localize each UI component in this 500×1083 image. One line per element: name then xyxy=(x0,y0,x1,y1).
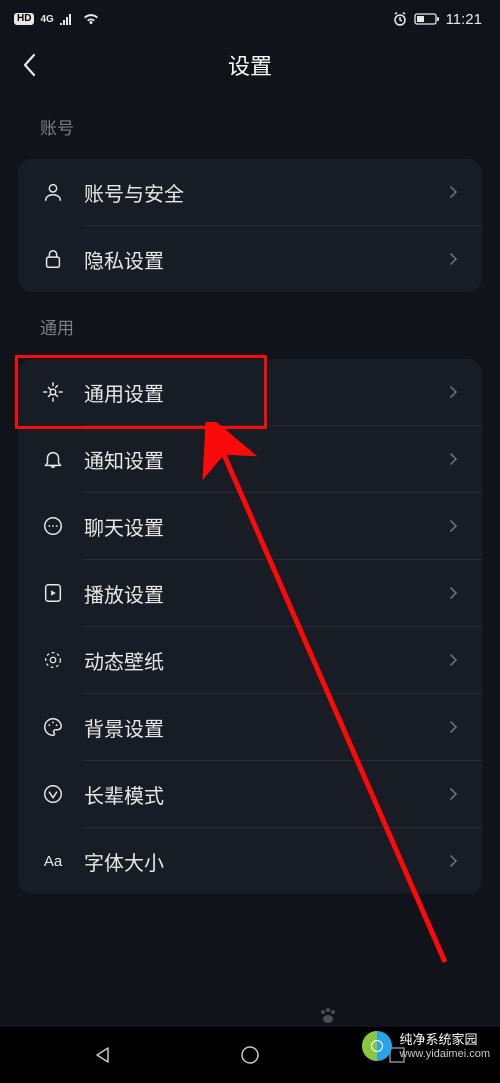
item-label: 播放设置 xyxy=(84,579,448,608)
item-elder-mode[interactable]: 长辈模式 xyxy=(18,761,482,827)
back-button[interactable] xyxy=(16,52,42,78)
time-label: 11:21 xyxy=(446,11,482,28)
item-label: 账号与安全 xyxy=(84,178,448,207)
item-font-size[interactable]: Aa 字体大小 xyxy=(18,828,482,894)
circle-home-icon xyxy=(239,1044,261,1066)
chevron-right-icon xyxy=(448,253,460,265)
user-icon xyxy=(40,179,66,205)
back-icon xyxy=(22,53,36,77)
chevron-right-icon xyxy=(448,788,460,800)
bell-icon xyxy=(40,446,66,472)
signal-icon xyxy=(60,13,76,25)
item-general-settings[interactable]: 通用设置 xyxy=(18,359,482,425)
status-left: HD 4G xyxy=(14,12,100,26)
nav-back-button[interactable] xyxy=(83,1035,123,1075)
item-account-security[interactable]: 账号与安全 xyxy=(18,159,482,225)
section-header-account: 账号 xyxy=(0,92,500,153)
item-playback-settings[interactable]: 播放设置 xyxy=(18,560,482,626)
page-title: 设置 xyxy=(228,49,272,81)
chat-icon xyxy=(40,513,66,539)
elder-icon xyxy=(40,781,66,807)
item-label: 长辈模式 xyxy=(84,780,448,809)
item-chat-settings[interactable]: 聊天设置 xyxy=(18,493,482,559)
chevron-right-icon xyxy=(448,520,460,532)
item-notification-settings[interactable]: 通知设置 xyxy=(18,426,482,492)
wallpaper-icon xyxy=(40,647,66,673)
list-group-general: 通用设置 通知设置 聊天设置 播放设置 xyxy=(18,359,482,894)
section-header-general: 通用 xyxy=(0,292,500,353)
item-label: 背景设置 xyxy=(84,713,448,742)
chevron-right-icon xyxy=(448,386,460,398)
chevron-right-icon xyxy=(448,186,460,198)
header: 设置 xyxy=(0,38,500,92)
item-label: 动态壁纸 xyxy=(84,646,448,675)
network-label: 4G xyxy=(40,14,53,25)
chevron-right-icon xyxy=(448,453,460,465)
item-label: 隐私设置 xyxy=(84,245,448,274)
item-privacy[interactable]: 隐私设置 xyxy=(18,226,482,292)
chevron-right-icon xyxy=(448,587,460,599)
wifi-icon xyxy=(82,12,100,26)
watermark-badge-icon xyxy=(358,1027,396,1065)
item-label: 通用设置 xyxy=(84,378,448,407)
triangle-back-icon xyxy=(93,1045,113,1065)
battery-icon xyxy=(414,12,440,26)
watermark-url: www.yidaimei.com xyxy=(400,1048,490,1060)
gear-icon xyxy=(40,379,66,405)
status-right: 11:21 xyxy=(392,11,482,28)
status-bar: HD 4G 11:21 xyxy=(0,0,500,38)
chevron-right-icon xyxy=(448,855,460,867)
item-label: 聊天设置 xyxy=(84,512,448,541)
content: 账号 账号与安全 隐私设置 通用 通用设置 xyxy=(0,92,500,954)
item-label: 通知设置 xyxy=(84,445,448,474)
item-live-wallpaper[interactable]: 动态壁纸 xyxy=(18,627,482,693)
chevron-right-icon xyxy=(448,654,460,666)
item-label: 字体大小 xyxy=(84,847,448,876)
alarm-icon xyxy=(392,11,408,27)
chevron-right-icon xyxy=(448,721,460,733)
lock-icon xyxy=(40,246,66,272)
watermark: 纯净系统家园 www.yidaimei.com xyxy=(358,1027,490,1065)
play-icon xyxy=(40,580,66,606)
item-background-settings[interactable]: 背景设置 xyxy=(18,694,482,760)
list-group-account: 账号与安全 隐私设置 xyxy=(18,159,482,292)
hd-badge: HD xyxy=(14,13,34,25)
palette-icon xyxy=(40,714,66,740)
nav-home-button[interactable] xyxy=(230,1035,270,1075)
watermark-brand: 纯净系统家园 xyxy=(400,1032,490,1048)
font-icon: Aa xyxy=(40,848,66,874)
